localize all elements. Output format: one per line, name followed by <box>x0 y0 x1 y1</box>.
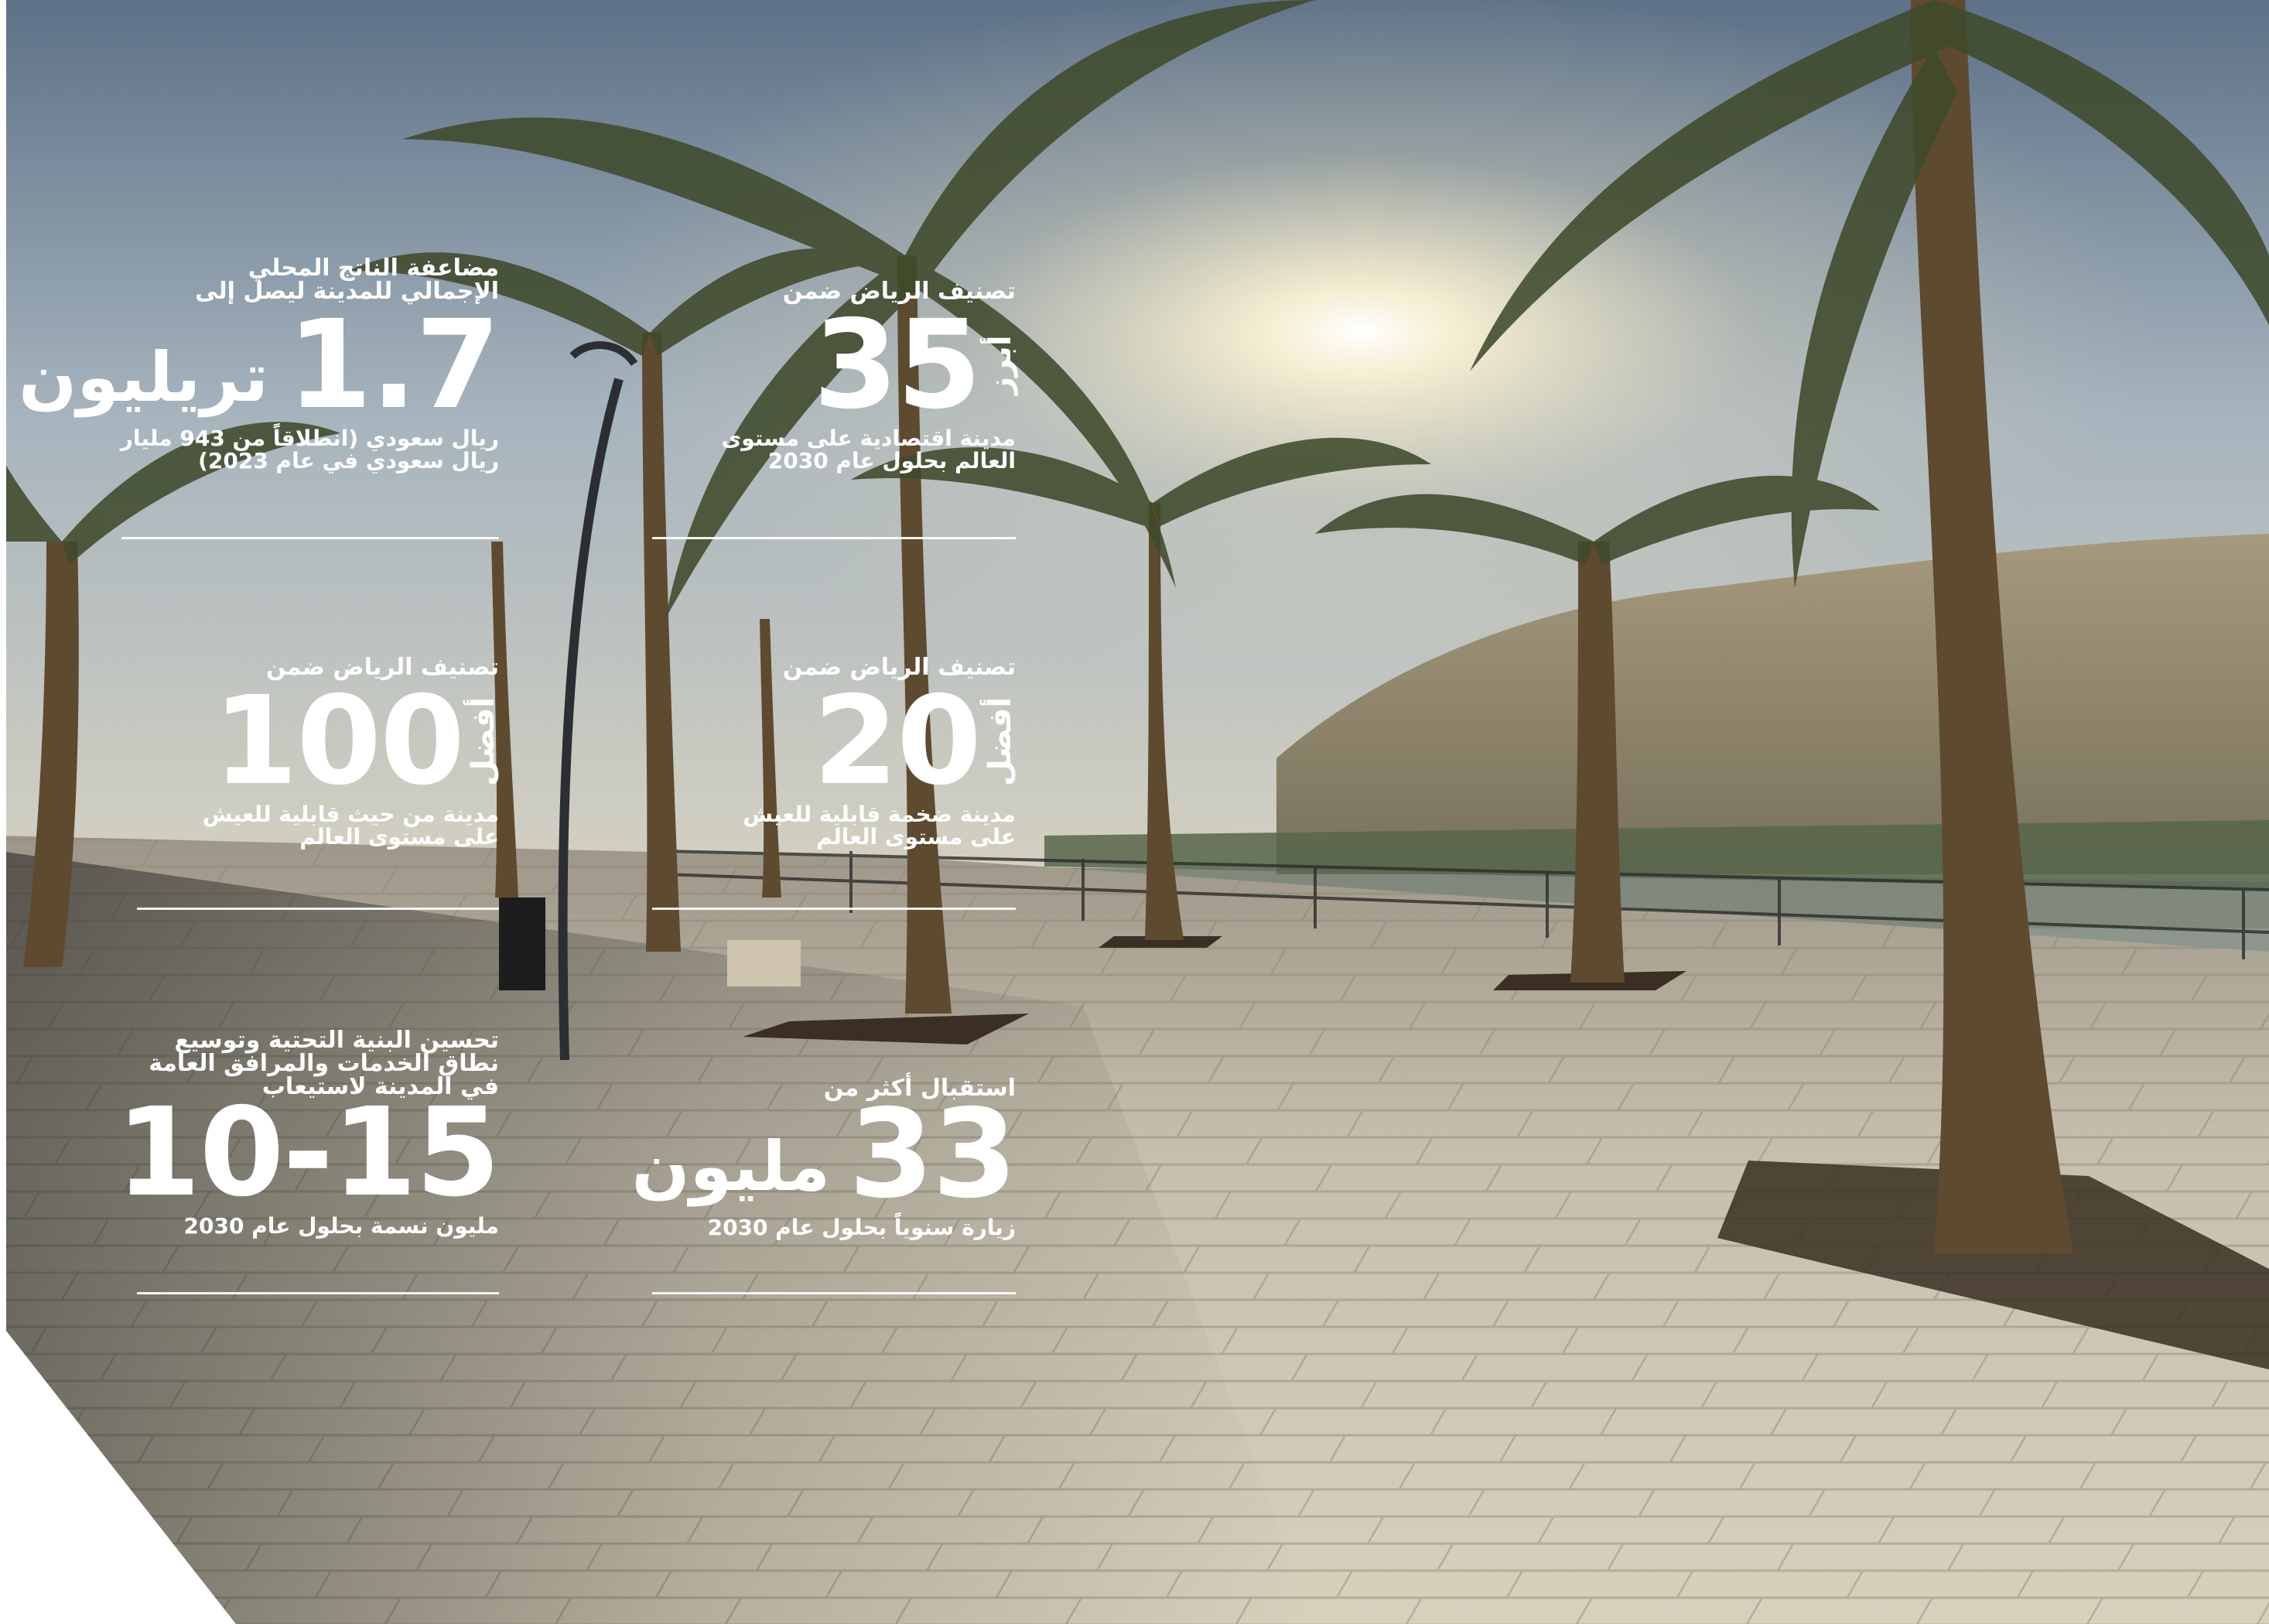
stat-gdp-number: 1.7 <box>287 294 501 436</box>
stat-top100-subtitle-2: على مستوى العالم <box>299 824 499 850</box>
stat-visits-divider <box>652 1292 1016 1294</box>
stat-top20-subtitle-2: على مستوى العالم <box>816 824 1016 850</box>
stat-visits-subtitle: زيارة سنوياً بحلول عام 2030 <box>707 1215 1016 1240</box>
stat-gdp: مضاعفة الناتج المحلي الإجمالي للمدينة لي… <box>19 255 501 543</box>
stat-top20-subtitle-1: مدينة ضخمة قابلية للعيش <box>743 802 1016 827</box>
stat-top35-subtitle-1: مدينة اقتصادية على مستوى <box>721 426 1016 451</box>
stat-gdp-figure: 1.7 تريليون <box>19 294 501 436</box>
stat-top100-subtitle-1: مدينة من حيث قابلية للعيش <box>202 802 499 827</box>
stat-top35-divider <box>652 537 1016 539</box>
stat-population-figure: 10-15 <box>35 1082 501 1224</box>
stat-gdp-subtitle-2: ريال سعودي في عام 2023) <box>198 448 499 474</box>
stat-top20-figure: أفضل 20 <box>583 670 1018 812</box>
stat-top35: تصنيف الرياض ضمن أبرز 35 مدينة اقتصادية … <box>583 280 1018 543</box>
stat-gdp-subtitle-1: ريال سعودي (انطلاقاً من 943 مليار <box>120 426 499 451</box>
stat-population-divider <box>137 1292 499 1294</box>
stat-population-caption-2: نطاق الخدمات والمرافق العامة <box>149 1050 499 1077</box>
stat-gdp-unit: تريليون <box>19 337 269 417</box>
stat-top100-number: 100 <box>213 670 465 812</box>
stat-top100-figure: أفضل 100 <box>35 670 501 812</box>
stat-top20: تصنيف الرياض ضمن أفضل 20 مدينة ضخمة قابل… <box>583 656 1018 911</box>
stat-top35-number: 35 <box>813 294 982 436</box>
stat-top100-qualifier: أفضل <box>466 696 501 786</box>
stat-visits-number: 33 <box>849 1083 1017 1226</box>
stat-top20-number: 20 <box>813 670 982 812</box>
stat-visits: استقبال أكثر من 33 مليون زيارة سنوياً بح… <box>583 1077 1017 1301</box>
stat-top35-qualifier: أبرز <box>982 335 1018 395</box>
stat-visits-figure: 33 مليون <box>583 1083 1017 1226</box>
stat-top100: تصنيف الرياض ضمن أفضل 100 مدينة من حيث ق… <box>35 656 501 911</box>
stat-top35-figure: أبرز 35 <box>583 294 1018 436</box>
stat-population: تحسين البنية التحتية وتوسيع نطاق الخدمات… <box>35 1027 501 1300</box>
stat-top20-qualifier: أفضل <box>982 696 1018 786</box>
stat-gdp-caption-1: مضاعفة الناتج المحلي <box>248 255 499 282</box>
stat-top35-subtitle-2: العالم بحلول عام 2030 <box>767 448 1016 474</box>
stat-population-subtitle: مليون نسمة بحلول عام 2030 <box>183 1213 499 1239</box>
stat-top100-divider <box>137 908 499 910</box>
stat-top20-divider <box>652 908 1016 910</box>
stat-gdp-divider <box>121 537 499 539</box>
stats-page: مضاعفة الناتج المحلي الإجمالي للمدينة لي… <box>0 0 2269 1624</box>
stat-visits-unit: مليون <box>631 1127 831 1206</box>
stat-population-number: 10-15 <box>115 1082 501 1224</box>
stat-population-caption-1: تحسين البنية التحتية وتوسيع <box>174 1027 499 1054</box>
